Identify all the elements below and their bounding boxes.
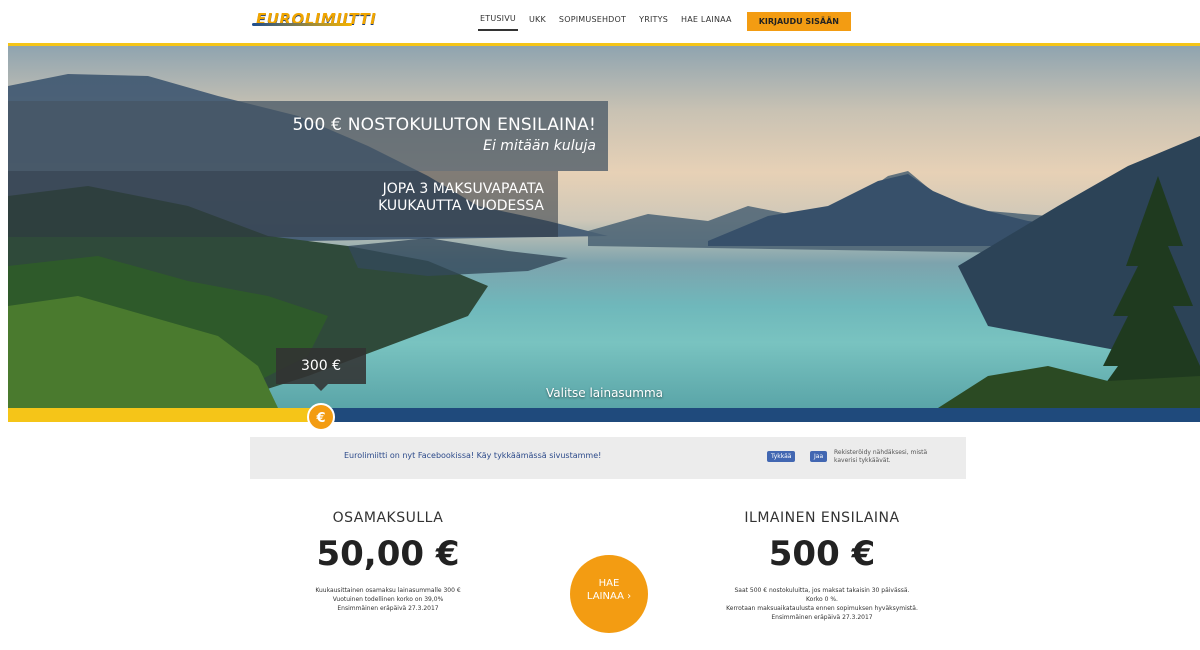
installment-details: Kuukausittainen osamaksu lainasummalle 3… <box>258 586 518 613</box>
feature-line-1: JOPA 3 MAKSUVAPAATA <box>382 181 544 197</box>
logo-swoosh <box>252 23 352 26</box>
facebook-signup-note: Rekisteröidy nähdäksesi, mistä kaverisi … <box>834 449 928 464</box>
facebook-bar: Eurolimiitti on nyt Facebookissa! Käy ty… <box>250 437 966 479</box>
promo-headline: 500 € NOSTOKULUTON ENSILAINA! <box>292 115 596 135</box>
apply-loan-line-1: HAE <box>598 578 620 589</box>
login-button[interactable]: KIRJAUDU SISÄÄN <box>746 11 851 31</box>
main-nav: ETUSIVU UKK SOPIMUSEHDOT YRITYS HAE LAIN… <box>478 11 851 31</box>
facebook-promo-text: Eurolimiitti on nyt Facebookissa! Käy ty… <box>344 451 602 460</box>
site-header: EUROLIMIITTI ETUSIVU UKK SOPIMUSEHDOT YR… <box>0 0 1200 44</box>
euro-icon: € <box>316 411 326 426</box>
free-loan-title: ILMAINEN ENSILAINA <box>744 510 900 526</box>
installment-detail-line: Kuukausittainen osamaksu lainasummalle 3… <box>315 587 461 594</box>
nav-terms[interactable]: SOPIMUSEHDOT <box>557 12 628 30</box>
apply-loan-button[interactable]: HAE LAINAA › <box>570 555 648 633</box>
promo-subheadline: Ei mitään kuluja <box>483 138 596 154</box>
nav-faq[interactable]: UKK <box>527 12 548 30</box>
feature-banner: JOPA 3 MAKSUVAPAATA KUUKAUTTA VUODESSA <box>8 171 558 237</box>
selected-amount-tooltip: 300 € <box>276 348 366 391</box>
installment-info: OSAMAKSULLA 50,00 € Kuukausittainen osam… <box>258 510 518 613</box>
slider-hint: Valitse lainasumma <box>546 386 664 400</box>
hero-banner: 500 € NOSTOKULUTON ENSILAINA! Ei mitään … <box>8 46 1200 408</box>
free-loan-details: Saat 500 € nostokuluitta, jos maksat tak… <box>692 586 952 622</box>
nav-apply[interactable]: HAE LAINAA <box>679 12 734 30</box>
facebook-share-button[interactable]: Jaa <box>810 451 828 462</box>
installment-value: 50,00 € <box>316 534 460 574</box>
free-loan-detail-line: Saat 500 € nostokuluitta, jos maksat tak… <box>734 587 910 594</box>
installment-detail-line: Vuotuinen todellinen korko on 39,0% <box>332 596 444 603</box>
facebook-like-button[interactable]: Tykkää <box>767 451 796 462</box>
amount-slider-fill <box>8 408 318 422</box>
promo-banner: 500 € NOSTOKULUTON ENSILAINA! Ei mitään … <box>8 101 608 171</box>
nav-company[interactable]: YRITYS <box>637 12 670 30</box>
free-loan-detail-line: Ensimmäinen eräpäivä 27.3.2017 <box>771 614 873 621</box>
nav-home[interactable]: ETUSIVU <box>478 11 518 31</box>
installment-detail-line: Ensimmäinen eräpäivä 27.3.2017 <box>337 605 439 612</box>
free-loan-detail-line: Korko 0 %. <box>806 596 838 603</box>
brand-logo[interactable]: EUROLIMIITTI <box>252 10 376 28</box>
free-first-loan-info: ILMAINEN ENSILAINA 500 € Saat 500 € nost… <box>692 510 952 622</box>
installment-title: OSAMAKSULLA <box>332 510 444 526</box>
free-loan-value: 500 € <box>768 534 876 574</box>
amount-slider-handle[interactable]: € <box>307 403 335 431</box>
apply-loan-line-2: LAINAA › <box>586 591 632 602</box>
free-loan-detail-line: Kerrotaan maksuaikataulusta ennen sopimu… <box>726 605 918 612</box>
feature-line-2: KUUKAUTTA VUODESSA <box>378 198 544 214</box>
